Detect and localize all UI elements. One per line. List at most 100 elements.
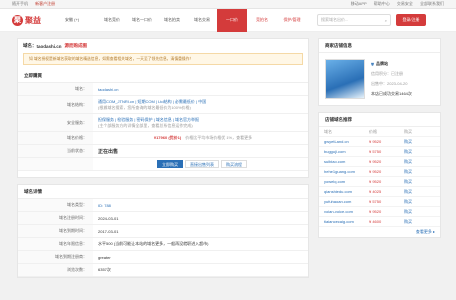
search-icon[interactable]: ⌕ [385,18,387,23]
shop-domain-price: ¥ 9520 [369,179,382,184]
info-label: 域名到期注册商： [18,251,93,263]
sale-list-button[interactable]: 直接出售列表 [185,160,219,168]
shop-domain-link[interactable]: voian-voice.com [324,209,369,214]
col-header-price: 价格 [369,128,377,134]
shop-domain-buy[interactable]: 购买 [404,139,412,145]
list-item: tiaiancecaig.com ¥ 4600 购买 [319,217,440,227]
shop-domain-link[interactable]: bugguji.com [324,149,369,154]
shop-domain-link[interactable]: yowelq.com [324,179,369,184]
nav-item-bidding[interactable]: 域名竞价 [97,9,127,32]
info-value: 水平500 (当前可能让本站的域名更多，一般再没就职进入超市) [98,241,209,246]
row-label: 域名价格： [18,132,93,144]
topbar-link-app[interactable]: 移动APP [351,1,367,6]
info-row: 域名类型： ID: 788 [18,199,308,212]
list-item: voian-voice.com ¥ 9520 购买 [319,207,440,217]
buy-now-button[interactable]: 立即购买 [157,160,183,168]
nav-item-bid-names[interactable]: 竞拍名 [247,9,277,32]
list-item: yufuhaoan.com ¥ 5750 购买 [319,197,440,207]
shop-domain-link[interactable]: qianshiedu.com [324,189,369,194]
nav-item-trade[interactable]: 域名交易 [187,9,217,32]
shop-domain-buy[interactable]: 购买 [404,179,412,185]
info-row: 域名注册时间： 2024-03-01 [18,212,308,225]
price-value: ¥17960 (优价1) [153,135,182,140]
notice-banner: 如 域名授权是新域名获取的域名精选信息，如需查看相关域名，一天至了领先信息，清慎… [23,53,303,65]
notice-text: 如 域名授权是新域名获取的域名精选信息，如需查看相关域名，一天至了领先信息，清慎… [29,56,194,61]
shop-domain-link[interactable]: tiaiancecaig.com [324,219,369,224]
shop-domain-price: ¥ 5750 [369,149,382,154]
row-domain: 域名： taodashi.cn [18,83,308,96]
shop-domains-card: 店铺域名推荐 域名 价格 购买 gwyetLand.cn ¥ 9520 购买 bug… [318,112,441,238]
domain-info-card: 域名详情 域名类型： ID: 788 域名注册时间： 2024-03-01 域名到期… [17,184,309,278]
shop-domain-price: ¥ 4025 [369,189,382,194]
nav-item-protect[interactable]: 保护/管理 [277,9,307,32]
list-item: hehe1guang.com ¥ 9520 购买 [319,167,440,177]
main-content: 域名： taodashi.cn 源而购成图 如 域名授权是新域名获取的域名精选信… [17,38,309,284]
list-item: gwyetLand.cn ¥ 9520 购买 [319,137,440,147]
col-header-buy: 购买 [404,128,412,134]
view-more-link[interactable]: 查看更多 ▸ [319,227,440,237]
nav-item-fixed-price[interactable]: 域名一口价 [127,9,157,32]
shop-domain-price: ¥ 5750 [369,199,382,204]
main-nav: 域名竞价 域名一口价 域名拍卖 域名交易 一口价 竞拍名 保护/管理 [97,8,307,32]
purchase-flow-button[interactable]: 购买流程 [221,160,247,168]
location-selector[interactable]: 安徽 (+) [65,17,97,23]
topbar-link-safety[interactable]: 交易安全 [397,1,413,6]
search-input[interactable]: 搜索域名出价... ⌕ [317,14,391,26]
row-structure: 域名结构： 通用COM_JTNRI.cn | 短期COM | Ltd结构 | 必… [18,96,308,114]
list-item: qianshiedu.com ¥ 4025 购买 [319,187,440,197]
info-section-title: 域名详情 [18,185,308,199]
info-row: 浏览次数： 6357次 [18,264,308,277]
topbar-link-contact[interactable]: 全部联系我们 [420,1,444,6]
shop-domain-price: ¥ 4600 [369,219,382,224]
shop-domain-price: ¥ 9520 [369,139,382,144]
info-label: 域名注册时间： [18,212,93,224]
login-button[interactable]: 登录/注册 [396,14,426,26]
shop-domain-link[interactable]: yufuhaoan.com [324,199,369,204]
shop-domain-link[interactable]: suibiao.com [324,159,369,164]
shop-domain-buy[interactable]: 购买 [404,219,412,225]
shop-domain-price: ¥ 9520 [369,209,382,214]
row-actions: 立即购买 直接出售列表 购买流程 [18,158,308,171]
shop-domain-buy[interactable]: 购买 [404,159,412,165]
shop-image[interactable] [325,59,365,99]
info-value: 2024-03-01 [98,215,119,221]
shop-domain-link[interactable]: gwyetLand.cn [324,139,369,144]
topbar-link-register[interactable]: 新客户注册 [35,1,55,6]
shop-domain-buy[interactable]: 购买 [404,209,412,215]
info-value: 2017-03-01 [98,228,119,234]
shop-domain-buy[interactable]: 购买 [404,169,412,175]
info-row: 域名年限信息： 水平500 (当前可能让本站的域名更多，一般再没就职进入超市) [18,238,308,251]
sidebar: 商家店铺信息 ⛨ 品牌站 信用积分：已注册 出售中：2023-04-20 本店已成… [318,38,441,244]
col-header-domain: 域名 [324,128,332,134]
topbar-link-help[interactable]: 帮助中心 [374,1,390,6]
topbar-link-mobile[interactable]: 随开手机 [12,1,28,6]
domain-status: 源而购成图 [64,43,88,48]
shop-card: 商家店铺信息 ⛨ 品牌站 信用积分：已注册 出售中：2023-04-20 本店已成… [318,38,441,106]
row-label: 域名： [18,83,93,95]
domain-link[interactable]: taodashi.cn [98,87,308,92]
logo-text: 聚益 [25,15,41,25]
structure-note: (根據域名搜索，您所查询的域名最低价为100%价格) [98,104,191,110]
shop-name[interactable]: 品牌站 [376,61,388,67]
shield-icon: ⛨ [371,61,374,67]
shop-domain-link[interactable]: hehe1guang.com [324,169,369,174]
row-label: 安全服务： [18,114,93,131]
nav-item-buy-now[interactable]: 一口价 [217,8,247,32]
logo-icon: 聚 [12,14,23,26]
info-label: 浏览次数： [18,264,93,276]
header: 聚 聚益 安徽 (+) 域名竞价 域名一口价 域名拍卖 域名交易 一口价 竞拍名… [0,8,456,32]
info-label: 域名年限信息： [18,238,93,250]
shop-domain-buy[interactable]: 购买 [404,149,412,155]
buy-section-title: 立即購買 [18,69,308,83]
info-label: 域名类型： [18,199,93,211]
domain-name: taodashi.cn [36,43,62,49]
shop-domain-buy[interactable]: 购买 [404,199,412,205]
logo[interactable]: 聚 聚益 [12,14,62,26]
info-label: 域名到期时间： [18,225,93,237]
info-value: greater [98,254,111,260]
row-label: 当前状态： [18,145,93,157]
shop-domain-buy[interactable]: 购买 [404,189,412,195]
nav-item-auction[interactable]: 域名拍卖 [157,9,187,32]
shop-trades: 本店已成功交易1464次 [371,91,412,96]
info-value: ID: 788 [98,202,111,208]
